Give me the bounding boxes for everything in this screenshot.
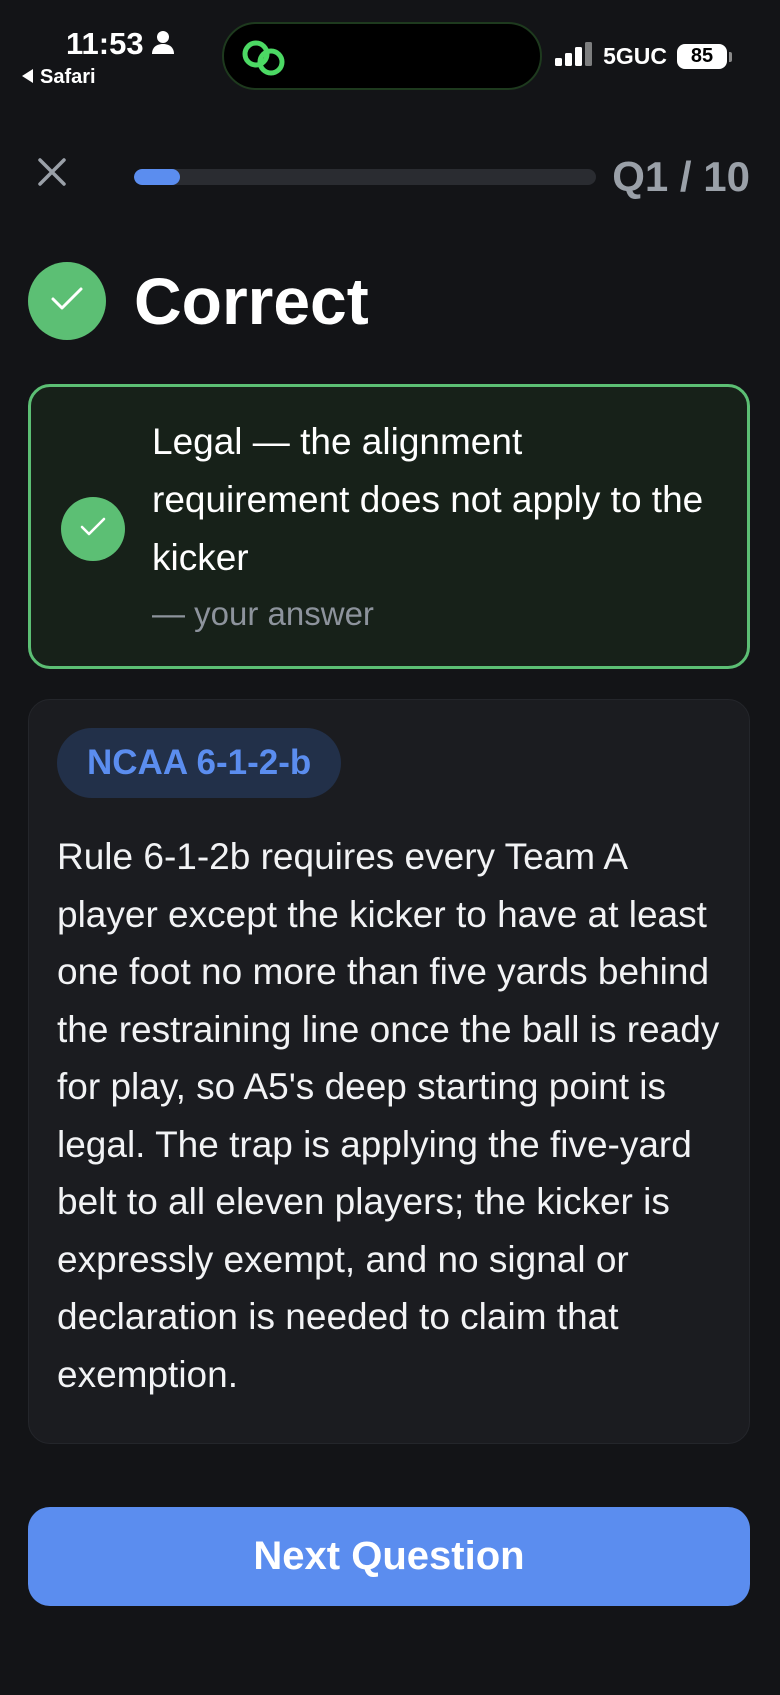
status-indicators: 5GUC 85 (555, 42, 732, 71)
next-question-button[interactable]: Next Question (28, 1507, 750, 1606)
back-arrow-icon (22, 66, 34, 89)
status-time: 11:53 (66, 26, 174, 62)
result-title: Correct (134, 264, 369, 338)
answer-text: Legal — the alignment requirement does n… (152, 421, 704, 578)
person-icon (151, 26, 174, 62)
signal-icon (555, 42, 593, 71)
network-label: 5GUC (603, 43, 667, 69)
progress-bar (134, 169, 596, 185)
back-to-app[interactable]: Safari (22, 66, 96, 89)
rule-reference-chip: NCAA 6-1-2-b (57, 728, 342, 798)
time-label: 11:53 (66, 26, 144, 61)
answer-check-badge (61, 497, 125, 561)
explanation-card: NCAA 6-1-2-b Rule 6-1-2b requires every … (28, 699, 750, 1444)
question-counter: Q1 / 10 (612, 153, 750, 200)
progress-fill (134, 169, 181, 185)
result-badge (28, 262, 106, 340)
selected-answer-card: Legal — the alignment requirement does n… (28, 384, 750, 669)
link-icon (242, 38, 286, 83)
dynamic-island (222, 22, 542, 90)
explanation-text: Rule 6-1-2b requires every Team A player… (57, 836, 720, 1395)
close-icon (37, 157, 67, 192)
answer-caption: — your answer (152, 595, 374, 632)
check-icon (50, 286, 84, 317)
close-button[interactable] (30, 152, 74, 196)
back-app-label: Safari (40, 66, 96, 88)
battery-level: 85 (677, 44, 727, 69)
check-icon (79, 516, 107, 543)
battery-tip (729, 51, 732, 62)
battery-icon: 85 (677, 44, 732, 69)
